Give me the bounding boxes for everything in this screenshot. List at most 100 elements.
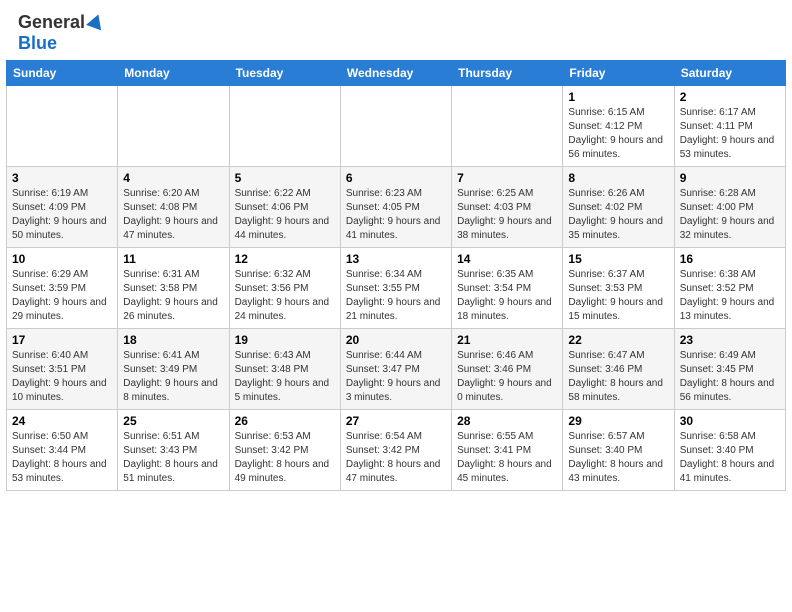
calendar-cell: 11Sunrise: 6:31 AM Sunset: 3:58 PM Dayli…	[118, 248, 229, 329]
calendar-cell: 6 Sunrise: 6:23 AM Sunset: 4:05 PM Daylig…	[340, 167, 451, 248]
calendar-cell: 15Sunrise: 6:37 AM Sunset: 3:53 PM Dayli…	[563, 248, 674, 329]
day-info: Sunrise: 6:46 AM Sunset: 3:46 PM Dayligh…	[457, 349, 557, 405]
calendar-week-3: 17 Sunrise: 6:40 AM Sunset: 3:51 PM Dayli…	[7, 329, 786, 410]
logo-blue-text: Blue	[18, 33, 57, 53]
day-info: Sunrise: 6:17 AM Sunset: 4:11 PM Dayligh…	[680, 106, 780, 162]
day-info: Sunrise: 6:15 AM Sunset: 4:12 PM Dayligh…	[568, 106, 668, 162]
day-number: 20	[346, 333, 446, 347]
day-info: Sunrise: 6:23 AM Sunset: 4:05 PM Dayligh…	[346, 187, 446, 243]
day-number: 9	[680, 171, 780, 185]
day-info: Sunrise: 6:51 AM Sunset: 3:43 PM Dayligh…	[123, 430, 223, 486]
day-number: 14	[457, 252, 557, 266]
day-info: Sunrise: 6:40 AM Sunset: 3:51 PM Dayligh…	[12, 349, 112, 405]
calendar-cell: 8 Sunrise: 6:26 AM Sunset: 4:02 PM Daylig…	[563, 167, 674, 248]
day-number: 3	[12, 171, 112, 185]
calendar-cell	[452, 86, 563, 167]
logo-general-text: General	[18, 12, 85, 33]
day-info: Sunrise: 6:26 AM Sunset: 4:02 PM Dayligh…	[568, 187, 668, 243]
day-info: Sunrise: 6:43 AM Sunset: 3:48 PM Dayligh…	[235, 349, 335, 405]
col-header-wednesday: Wednesday	[340, 61, 451, 86]
day-info: Sunrise: 6:41 AM Sunset: 3:49 PM Dayligh…	[123, 349, 223, 405]
day-info: Sunrise: 6:28 AM Sunset: 4:00 PM Dayligh…	[680, 187, 780, 243]
day-number: 5	[235, 171, 335, 185]
calendar-cell: 10 Sunrise: 6:29 AM Sunset: 3:59 PM Dayli…	[7, 248, 118, 329]
day-number: 4	[123, 171, 223, 185]
calendar-cell	[118, 86, 229, 167]
day-info: Sunrise: 6:53 AM Sunset: 3:42 PM Dayligh…	[235, 430, 335, 486]
day-info: Sunrise: 6:29 AM Sunset: 3:59 PM Dayligh…	[12, 268, 112, 324]
calendar-cell: 16Sunrise: 6:38 AM Sunset: 3:52 PM Dayli…	[674, 248, 785, 329]
day-number: 6	[346, 171, 446, 185]
day-number: 22	[568, 333, 668, 347]
day-number: 28	[457, 414, 557, 428]
logo: GeneralBlue	[18, 12, 104, 54]
calendar-cell: 26Sunrise: 6:53 AM Sunset: 3:42 PM Dayli…	[229, 410, 340, 491]
calendar-week-4: 24 Sunrise: 6:50 AM Sunset: 3:44 PM Dayli…	[7, 410, 786, 491]
day-number: 1	[568, 90, 668, 104]
day-number: 13	[346, 252, 446, 266]
day-number: 24	[12, 414, 112, 428]
col-header-sunday: Sunday	[7, 61, 118, 86]
page-header: GeneralBlue	[0, 0, 792, 60]
day-number: 8	[568, 171, 668, 185]
calendar-cell: 18Sunrise: 6:41 AM Sunset: 3:49 PM Dayli…	[118, 329, 229, 410]
day-number: 17	[12, 333, 112, 347]
day-number: 29	[568, 414, 668, 428]
calendar-cell: 13 Sunrise: 6:34 AM Sunset: 3:55 PM Dayli…	[340, 248, 451, 329]
day-number: 21	[457, 333, 557, 347]
day-info: Sunrise: 6:44 AM Sunset: 3:47 PM Dayligh…	[346, 349, 446, 405]
day-number: 30	[680, 414, 780, 428]
calendar-cell: 21 Sunrise: 6:46 AM Sunset: 3:46 PM Dayli…	[452, 329, 563, 410]
calendar-cell: 20 Sunrise: 6:44 AM Sunset: 3:47 PM Dayli…	[340, 329, 451, 410]
calendar-cell	[229, 86, 340, 167]
day-number: 12	[235, 252, 335, 266]
calendar-cell: 12 Sunrise: 6:32 AM Sunset: 3:56 PM Dayli…	[229, 248, 340, 329]
day-number: 23	[680, 333, 780, 347]
calendar-week-1: 3Sunrise: 6:19 AM Sunset: 4:09 PM Daylig…	[7, 167, 786, 248]
day-number: 7	[457, 171, 557, 185]
calendar-cell: 25Sunrise: 6:51 AM Sunset: 3:43 PM Dayli…	[118, 410, 229, 491]
day-info: Sunrise: 6:47 AM Sunset: 3:46 PM Dayligh…	[568, 349, 668, 405]
day-number: 2	[680, 90, 780, 104]
calendar-cell: 7Sunrise: 6:25 AM Sunset: 4:03 PM Daylig…	[452, 167, 563, 248]
day-info: Sunrise: 6:22 AM Sunset: 4:06 PM Dayligh…	[235, 187, 335, 243]
calendar-cell: 5 Sunrise: 6:22 AM Sunset: 4:06 PM Daylig…	[229, 167, 340, 248]
calendar-cell: 9 Sunrise: 6:28 AM Sunset: 4:00 PM Daylig…	[674, 167, 785, 248]
calendar-cell: 14 Sunrise: 6:35 AM Sunset: 3:54 PM Dayli…	[452, 248, 563, 329]
day-info: Sunrise: 6:37 AM Sunset: 3:53 PM Dayligh…	[568, 268, 668, 324]
calendar-wrapper: SundayMondayTuesdayWednesdayThursdayFrid…	[0, 60, 792, 497]
calendar-cell: 24 Sunrise: 6:50 AM Sunset: 3:44 PM Dayli…	[7, 410, 118, 491]
calendar-cell: 29 Sunrise: 6:57 AM Sunset: 3:40 PM Dayli…	[563, 410, 674, 491]
calendar-cell: 3Sunrise: 6:19 AM Sunset: 4:09 PM Daylig…	[7, 167, 118, 248]
day-info: Sunrise: 6:49 AM Sunset: 3:45 PM Dayligh…	[680, 349, 780, 405]
calendar-cell: 17 Sunrise: 6:40 AM Sunset: 3:51 PM Dayli…	[7, 329, 118, 410]
day-number: 16	[680, 252, 780, 266]
day-info: Sunrise: 6:35 AM Sunset: 3:54 PM Dayligh…	[457, 268, 557, 324]
calendar-header: SundayMondayTuesdayWednesdayThursdayFrid…	[7, 61, 786, 86]
day-info: Sunrise: 6:50 AM Sunset: 3:44 PM Dayligh…	[12, 430, 112, 486]
calendar-cell	[7, 86, 118, 167]
col-header-friday: Friday	[563, 61, 674, 86]
col-header-saturday: Saturday	[674, 61, 785, 86]
calendar-cell: 2 Sunrise: 6:17 AM Sunset: 4:11 PM Daylig…	[674, 86, 785, 167]
col-header-monday: Monday	[118, 61, 229, 86]
day-info: Sunrise: 6:31 AM Sunset: 3:58 PM Dayligh…	[123, 268, 223, 324]
calendar-cell: 1 Sunrise: 6:15 AM Sunset: 4:12 PM Daylig…	[563, 86, 674, 167]
calendar-cell	[340, 86, 451, 167]
logo-triangle-icon	[86, 11, 106, 30]
calendar-cell: 30 Sunrise: 6:58 AM Sunset: 3:40 PM Dayli…	[674, 410, 785, 491]
calendar-cell: 19 Sunrise: 6:43 AM Sunset: 3:48 PM Dayli…	[229, 329, 340, 410]
day-info: Sunrise: 6:32 AM Sunset: 3:56 PM Dayligh…	[235, 268, 335, 324]
calendar-cell: 23 Sunrise: 6:49 AM Sunset: 3:45 PM Dayli…	[674, 329, 785, 410]
col-header-tuesday: Tuesday	[229, 61, 340, 86]
day-number: 19	[235, 333, 335, 347]
day-info: Sunrise: 6:55 AM Sunset: 3:41 PM Dayligh…	[457, 430, 557, 486]
calendar-week-0: 1 Sunrise: 6:15 AM Sunset: 4:12 PM Daylig…	[7, 86, 786, 167]
day-info: Sunrise: 6:57 AM Sunset: 3:40 PM Dayligh…	[568, 430, 668, 486]
col-header-thursday: Thursday	[452, 61, 563, 86]
day-info: Sunrise: 6:58 AM Sunset: 3:40 PM Dayligh…	[680, 430, 780, 486]
calendar-cell: 4Sunrise: 6:20 AM Sunset: 4:08 PM Daylig…	[118, 167, 229, 248]
day-info: Sunrise: 6:34 AM Sunset: 3:55 PM Dayligh…	[346, 268, 446, 324]
day-number: 10	[12, 252, 112, 266]
calendar-cell: 22 Sunrise: 6:47 AM Sunset: 3:46 PM Dayli…	[563, 329, 674, 410]
